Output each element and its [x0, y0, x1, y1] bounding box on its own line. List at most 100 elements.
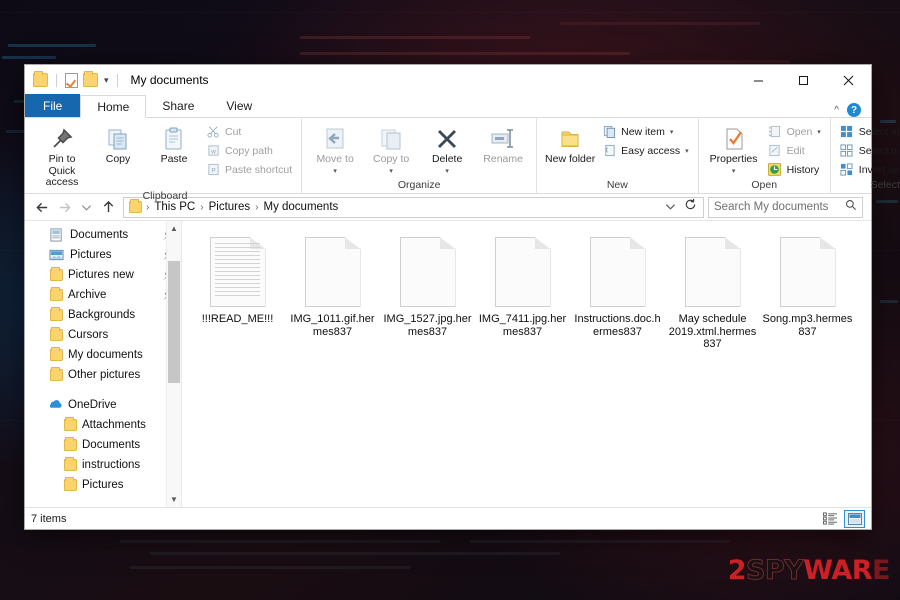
close-button[interactable]: [826, 65, 871, 95]
search-input[interactable]: Search My documents: [708, 196, 863, 218]
navigation-pane: Documents 📌 Pictures 📌: [25, 221, 182, 507]
watermark-part-3: WAR: [803, 555, 873, 586]
tab-share[interactable]: Share: [146, 94, 210, 117]
file-item[interactable]: Song.mp3.hermes837: [760, 235, 855, 352]
sidebar-item-pictures-new[interactable]: Pictures new 📌: [25, 265, 181, 285]
chevron-down-icon[interactable]: ▾: [670, 128, 674, 136]
chevron-down-icon[interactable]: ▾: [817, 128, 821, 136]
search-icon[interactable]: [845, 198, 857, 216]
properties-button[interactable]: Properties ▾: [705, 120, 763, 177]
details-view-button[interactable]: [820, 510, 841, 528]
sidebar-item-backgrounds[interactable]: Backgrounds: [25, 305, 181, 325]
group-label-clipboard: Clipboard: [142, 189, 188, 202]
chevron-down-icon[interactable]: [665, 198, 676, 216]
paste-shortcut-label: Paste shortcut: [225, 163, 293, 176]
file-item[interactable]: IMG_1011.gif.hermes837: [285, 235, 380, 352]
rename-button[interactable]: Rename: [476, 120, 530, 166]
sidebar-item-instructions[interactable]: instructions: [25, 455, 181, 475]
sidebar-item-pictures[interactable]: Pictures 📌: [25, 245, 181, 265]
tab-home[interactable]: Home: [80, 95, 147, 118]
properties-icon[interactable]: [65, 72, 78, 88]
sidebar-label: OneDrive: [68, 399, 117, 411]
sidebar-label: Archive: [68, 289, 107, 301]
invert-selection-button[interactable]: Invert selection: [837, 161, 900, 178]
delete-x-icon: [434, 124, 460, 154]
easy-access-button[interactable]: Easy access ▾: [599, 142, 691, 159]
chevron-down-icon[interactable]: ▾: [732, 166, 736, 178]
blank-document-icon: [494, 237, 551, 307]
tab-view[interactable]: View: [210, 94, 268, 117]
file-item[interactable]: IMG_7411.jpg.hermes837: [475, 235, 570, 352]
file-name-label: Song.mp3.hermes837: [762, 313, 853, 338]
properties-label: Properties: [709, 153, 758, 165]
sidebar-item-onedrive-documents[interactable]: Documents: [25, 435, 181, 455]
copy-to-button[interactable]: Copy to ▾: [364, 120, 418, 177]
large-icons-view-button[interactable]: [844, 509, 865, 528]
open-button[interactable]: Open ▾: [765, 123, 824, 140]
watermark-part-2: SPY: [745, 555, 804, 587]
group-label-new: New: [606, 179, 628, 191]
select-none-label: Select none: [858, 144, 900, 157]
file-explorer-window: ▾ My documents File Home Share View ^ ?: [24, 64, 900, 530]
paste-button[interactable]: Paste: [147, 120, 201, 166]
blank-document-icon: [779, 237, 836, 307]
sidebar-label: Cursors: [68, 329, 109, 341]
open-small-commands: Open ▾ Edit History: [765, 120, 824, 178]
scroll-down-icon[interactable]: ▼: [167, 492, 181, 507]
file-item[interactable]: May schedule 2019.xtml.hermes837: [665, 235, 760, 352]
sidebar-item-my-documents[interactable]: My documents: [25, 345, 181, 365]
chevron-down-icon[interactable]: ▾: [389, 166, 393, 178]
navigation-pane-scrollbar[interactable]: ▲ ▼: [166, 221, 181, 507]
sidebar-item-cursors[interactable]: Cursors: [25, 325, 181, 345]
new-item-button[interactable]: New item ▾: [599, 123, 691, 140]
select-none-button[interactable]: Select none: [837, 142, 900, 159]
new-small-commands: New item ▾ Easy access ▾: [599, 120, 691, 159]
open-label: Open: [786, 125, 813, 138]
file-item[interactable]: IMG_1527.jpg.hermes837: [380, 235, 475, 352]
new-folder-label: New folder: [545, 153, 596, 165]
edit-button[interactable]: Edit: [765, 142, 824, 159]
new-item-icon: [602, 125, 616, 139]
copy-button[interactable]: Copy: [91, 120, 145, 166]
collapse-ribbon-icon[interactable]: ^: [834, 105, 839, 116]
sidebar-item-archive[interactable]: Archive 📌: [25, 285, 181, 305]
scroll-up-icon[interactable]: ▲: [167, 221, 181, 236]
maximize-button[interactable]: [781, 65, 826, 95]
sidebar-item-onedrive[interactable]: OneDrive: [25, 395, 181, 415]
sidebar-label: Other pictures: [68, 369, 141, 381]
group-label-open: Open: [751, 179, 778, 191]
chevron-down-icon[interactable]: ▾: [104, 75, 109, 85]
folder-icon: [64, 417, 77, 431]
paste-shortcut-icon: P: [206, 163, 220, 177]
history-button[interactable]: History: [765, 161, 824, 178]
scrollbar-thumb[interactable]: [168, 261, 180, 383]
minimize-button[interactable]: [736, 65, 781, 95]
file-item[interactable]: Instructions.doc.hermes837: [570, 235, 665, 352]
file-item[interactable]: !!!READ_ME!!!: [190, 235, 285, 352]
sidebar-item-onedrive-pictures[interactable]: Pictures: [25, 475, 181, 495]
new-folder-button[interactable]: New folder: [543, 120, 597, 166]
refresh-icon[interactable]: [684, 198, 697, 216]
paste-shortcut-button[interactable]: P Paste shortcut: [203, 161, 295, 178]
sidebar-item-this-pc[interactable]: This PC: [25, 505, 181, 507]
sidebar-item-attachments[interactable]: Attachments: [25, 415, 181, 435]
help-icon[interactable]: ?: [847, 103, 861, 117]
select-all-label: Select all: [858, 125, 900, 138]
chevron-down-icon[interactable]: ▾: [445, 166, 449, 178]
quick-access-toolbar[interactable]: ▾: [25, 71, 121, 88]
move-to-button[interactable]: Move to ▾: [308, 120, 362, 177]
chevron-down-icon[interactable]: ▾: [685, 147, 689, 155]
sidebar-item-documents[interactable]: Documents 📌: [25, 225, 181, 245]
new-folder-icon[interactable]: [83, 71, 98, 87]
chevron-down-icon[interactable]: ▾: [333, 166, 337, 178]
sidebar-item-other-pictures[interactable]: Other pictures: [25, 365, 181, 385]
tab-file[interactable]: File: [25, 94, 81, 117]
copy-path-button[interactable]: w Copy path: [203, 142, 295, 159]
delete-button[interactable]: Delete ▾: [420, 120, 474, 177]
file-list-pane[interactable]: !!!READ_ME!!! IMG_1011.gif.hermes837 IMG…: [182, 221, 871, 507]
copy-path-icon: w: [206, 144, 220, 158]
pin-to-quick-access-button[interactable]: Pin to Quick access: [35, 120, 89, 189]
cut-button[interactable]: Cut: [203, 123, 295, 140]
select-all-button[interactable]: Select all: [837, 123, 900, 140]
folder-icon[interactable]: [33, 71, 48, 87]
